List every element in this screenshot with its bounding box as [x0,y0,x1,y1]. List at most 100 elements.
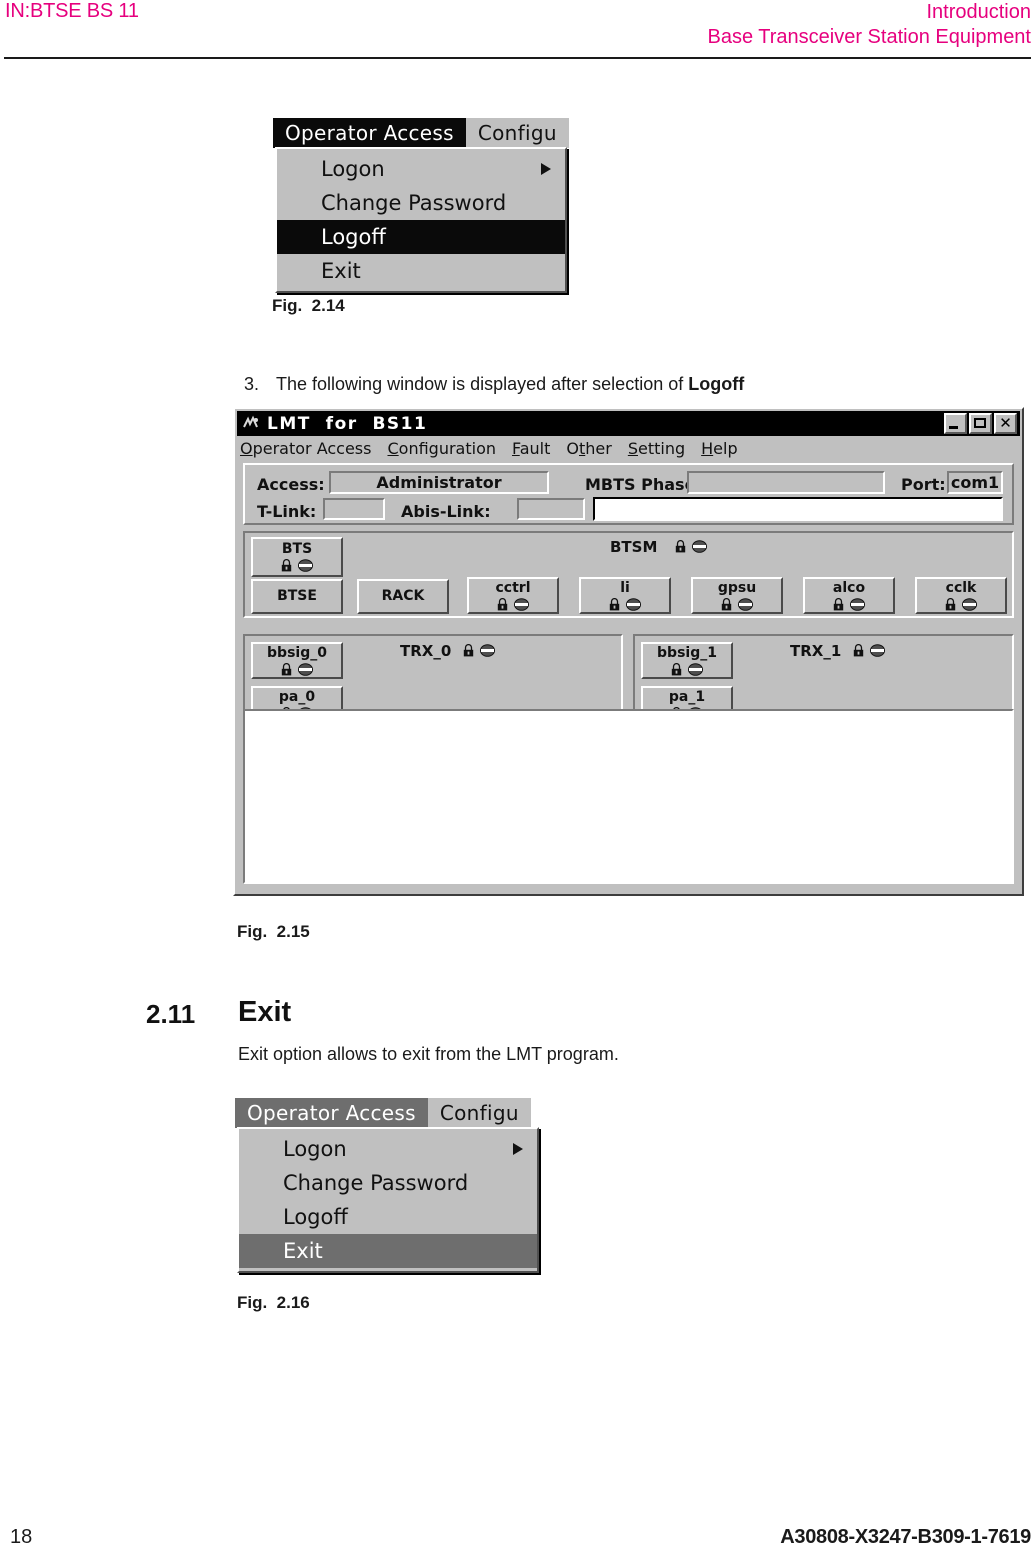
document-identifier: A30808-X3247-B309-1-7619 [780,1526,1031,1548]
menu-operator-access[interactable]: Operator Access [240,439,371,458]
node-pa-1-label: pa_1 [668,688,706,705]
menu-item-logon[interactable]: Logon [277,152,565,186]
menubar-item-configuration[interactable]: Configu [466,118,569,148]
trx-1-group-label: TRX_1 [790,642,842,660]
lock-icon [945,597,956,610]
menu-item-exit[interactable]: Exit [239,1234,537,1268]
oval-state-icon [962,597,977,611]
menu-item-exit-label: Exit [321,259,361,283]
menu-item-exit[interactable]: Exit [277,254,565,288]
header-document-title: Base Transceiver Station Equipment [707,26,1031,48]
menu-item-exit-label: Exit [283,1239,323,1263]
menu-fault[interactable]: Fault [512,439,550,458]
abis-link-value-field [517,498,585,520]
page-header: IN:BTSE BS 11 Introduction Base Transcei… [0,0,1035,52]
header-right-block: Introduction Base Transceiver Station Eq… [707,0,1031,50]
window-title-bar[interactable]: LMT for BS11 ✕ [237,411,1020,436]
close-button[interactable]: ✕ [994,413,1017,434]
menu-item-logon-label: Logon [283,1137,347,1161]
node-li-label: li [620,579,630,596]
node-bbsig-1-status [671,662,703,676]
minimize-icon [949,426,958,429]
maximize-button[interactable] [969,413,992,434]
node-pa-0-label: pa_0 [278,688,316,705]
lock-icon [853,644,864,657]
node-gpsu-label: gpsu [717,579,757,596]
lock-icon [497,597,508,610]
header-left-text: IN:BTSE BS 11 [5,0,139,22]
oval-state-icon [850,597,865,611]
application-icon [241,414,261,433]
workspace-canvas[interactable] [243,709,1014,884]
message-input[interactable] [593,497,1003,521]
node-btse[interactable]: BTSE [251,579,343,614]
node-cctrl-label: cctrl [495,579,531,596]
lock-icon [675,540,686,553]
menubar-item-operator-access[interactable]: Operator Access [273,118,466,148]
step-3-number: 3. [244,374,260,394]
lock-icon [281,559,292,572]
node-alco-label: alco [832,579,866,596]
node-gpsu[interactable]: gpsu [691,577,783,614]
step-3-bold-term: Logoff [688,374,745,394]
lock-icon [833,597,844,610]
node-alco-status [833,597,865,611]
oval-state-icon [692,540,707,553]
node-alco[interactable]: alco [803,577,895,614]
section-body-text: Exit option allows to exit from the LMT … [238,1044,619,1064]
operator-access-dropdown: Logon Change Password Logoff Exit [237,1127,539,1273]
trx-0-status-icons [463,644,495,657]
menu-item-logoff[interactable]: Logoff [277,220,565,254]
oval-state-icon [514,597,529,611]
btsm-group-label: BTSM [610,538,658,556]
minimize-button[interactable] [944,413,967,434]
node-rack-label: RACK [381,588,425,604]
btsm-group-panel: BTSM BTS BTSE RACK cctrl li gpsu alco cc… [243,531,1014,618]
lock-icon [671,662,682,675]
lmt-application-window: LMT for BS11 ✕ Operator Access Configura… [233,407,1024,896]
node-bbsig-1-label: bbsig_1 [657,644,717,661]
node-cclk[interactable]: cclk [915,577,1007,614]
lock-icon [721,597,732,610]
submenu-arrow-icon [541,163,551,175]
figure-2-16-caption: Fig. 2.16 [237,1293,310,1312]
step-3-line: 3. The following window is displayed afte… [234,353,744,395]
btsm-status-icons [675,540,707,553]
menu-item-logoff-label: Logoff [321,225,386,249]
menu-item-change-password[interactable]: Change Password [239,1166,537,1200]
operator-access-dropdown: Logon Change Password Logoff Exit [275,147,567,293]
menu-bar: Operator Access Configu [273,118,569,148]
menubar-item-operator-access[interactable]: Operator Access [235,1098,428,1128]
submenu-arrow-icon [513,1143,523,1155]
access-label: Access: [257,475,325,494]
maximize-icon [974,418,986,428]
oval-state-icon [298,559,313,572]
node-rack[interactable]: RACK [357,579,449,614]
node-li[interactable]: li [579,577,671,614]
menu-other[interactable]: Other [566,439,611,458]
t-link-value-field [323,498,385,520]
node-gpsu-status [721,597,753,611]
node-bbsig-0[interactable]: bbsig_0 [251,642,343,679]
header-chapter-title: Introduction [926,1,1031,23]
menu-item-change-password[interactable]: Change Password [277,186,565,220]
menu-item-logoff[interactable]: Logoff [239,1200,537,1234]
oval-state-icon [298,662,313,676]
menu-help[interactable]: Help [701,439,737,458]
section-title: Exit [238,996,292,1028]
figure-2-15-caption: Fig. 2.15 [237,922,310,941]
node-cclk-label: cclk [945,579,977,596]
node-bbsig-0-status [281,662,313,676]
node-bts[interactable]: BTS [251,537,343,577]
node-bbsig-1[interactable]: bbsig_1 [641,642,733,679]
port-value-field: com1 [947,471,1003,494]
node-li-status [609,597,641,611]
menu-setting[interactable]: Setting [628,439,685,458]
mbts-phase-value-field [687,471,885,494]
node-cctrl[interactable]: cctrl [467,577,559,614]
menubar-item-configuration[interactable]: Configu [428,1098,531,1128]
abis-link-label: Abis-Link: [401,502,491,521]
menu-item-logon[interactable]: Logon [239,1132,537,1166]
menu-configuration[interactable]: Configuration [387,439,496,458]
oval-state-icon [688,662,703,676]
